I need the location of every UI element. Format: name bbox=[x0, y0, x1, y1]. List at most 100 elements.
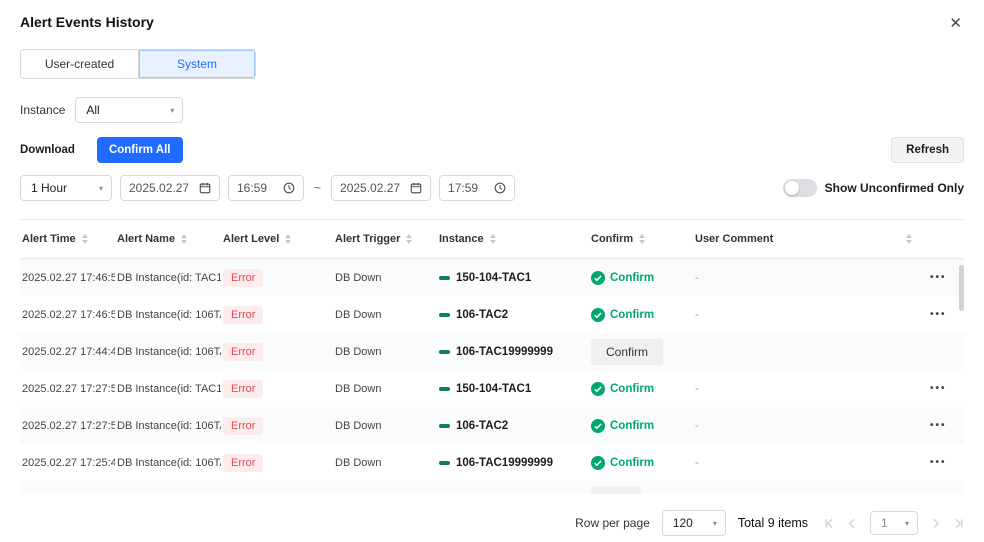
instance-select-value: All bbox=[86, 103, 99, 117]
time-range-select[interactable]: 1 Hour ▾ bbox=[20, 175, 112, 201]
confirmed-indicator[interactable]: Confirm bbox=[591, 456, 654, 470]
column-header[interactable]: User Comment bbox=[693, 233, 922, 245]
range-separator: ~ bbox=[314, 181, 321, 195]
row-actions-icon[interactable]: ••• bbox=[924, 271, 953, 284]
instance-status-icon bbox=[439, 461, 450, 465]
cell-instance: 106-TAC19999999 bbox=[437, 346, 589, 358]
confirmed-indicator[interactable]: Confirm bbox=[591, 271, 654, 285]
partial-row bbox=[20, 481, 964, 494]
alert-level-badge: Error bbox=[223, 417, 263, 435]
column-header-label: Confirm bbox=[591, 233, 633, 245]
instance-select[interactable]: All ▾ bbox=[75, 97, 183, 123]
cell-alert-level: Error bbox=[221, 306, 333, 324]
column-header[interactable]: Alert Trigger bbox=[333, 233, 437, 245]
instance-name: 106-TAC19999999 bbox=[456, 457, 553, 469]
cell-alert-trigger: DB Down bbox=[333, 383, 437, 395]
cell-alert-name: DB Instance(id: 106TAC2) bbox=[115, 309, 221, 321]
alert-events-table: Alert TimeAlert NameAlert LevelAlert Tri… bbox=[20, 219, 964, 494]
column-header[interactable]: Confirm bbox=[589, 233, 693, 245]
tab-system[interactable]: System bbox=[138, 50, 255, 78]
confirm-button[interactable]: Confirm bbox=[591, 339, 663, 365]
row-actions-icon[interactable]: ••• bbox=[924, 308, 953, 321]
cell-alert-trigger: DB Down bbox=[333, 309, 437, 321]
first-page-icon[interactable] bbox=[824, 518, 835, 529]
cell-actions: ••• bbox=[922, 419, 964, 432]
total-items-label: Total 9 items bbox=[738, 516, 808, 530]
confirm-all-button[interactable]: Confirm All bbox=[97, 137, 183, 163]
cell-user-comment: - bbox=[693, 420, 922, 432]
column-header[interactable]: Instance bbox=[437, 233, 589, 245]
confirm-button[interactable] bbox=[591, 487, 641, 495]
pagination-bar: Row per page 120 ▾ Total 9 items 1 ▾ bbox=[20, 510, 964, 536]
instance-label: Instance bbox=[20, 103, 65, 117]
table-row: 2025.02.27 17:27:52DB Instance(id: 106TA… bbox=[20, 407, 964, 444]
sort-icon bbox=[82, 234, 88, 244]
chevron-down-icon: ▾ bbox=[99, 184, 103, 193]
cell-instance: 106-TAC19999999 bbox=[437, 457, 589, 469]
confirmed-indicator[interactable]: Confirm bbox=[591, 419, 654, 433]
cell-actions: ••• bbox=[922, 271, 964, 284]
column-header[interactable]: Alert Name bbox=[115, 233, 221, 245]
table-row bbox=[20, 481, 964, 494]
cell-actions: ••• bbox=[922, 308, 964, 321]
start-date-input[interactable]: 2025.02.27 bbox=[120, 175, 220, 201]
vertical-scrollbar[interactable] bbox=[959, 265, 964, 311]
instance-status-icon bbox=[439, 313, 450, 317]
confirmed-indicator[interactable]: Confirm bbox=[591, 308, 654, 322]
cell-alert-level: Error bbox=[221, 380, 333, 398]
end-date-input[interactable]: 2025.02.27 bbox=[331, 175, 431, 201]
tab-user-created[interactable]: User-created bbox=[21, 50, 138, 78]
alert-level-badge: Error bbox=[223, 343, 263, 361]
end-date-value: 2025.02.27 bbox=[340, 181, 400, 195]
refresh-button[interactable]: Refresh bbox=[891, 137, 964, 163]
confirmed-indicator[interactable]: Confirm bbox=[591, 382, 654, 396]
cell-alert-time: 2025.02.27 17:46:55 bbox=[20, 309, 115, 321]
row-actions-icon[interactable]: ••• bbox=[924, 419, 953, 432]
tab-group: User-createdSystem bbox=[20, 49, 256, 79]
cell-alert-name: DB Instance(id: 106TAC1) bbox=[115, 457, 221, 469]
chevron-down-icon: ▾ bbox=[170, 106, 174, 115]
sort-icon bbox=[639, 234, 645, 244]
sort-icon bbox=[906, 234, 912, 244]
table-row: 2025.02.27 17:27:52DB Instance(id: TAC1)… bbox=[20, 370, 964, 407]
cell-alert-time: 2025.02.27 17:44:44 bbox=[20, 346, 115, 358]
alert-level-badge: Error bbox=[223, 454, 263, 472]
toggle-knob bbox=[785, 181, 799, 195]
table-row: 2025.02.27 17:25:40DB Instance(id: 106TA… bbox=[20, 444, 964, 481]
column-header[interactable]: Alert Level bbox=[221, 233, 333, 245]
column-header-label: Instance bbox=[439, 233, 484, 245]
prev-page-icon[interactable] bbox=[847, 518, 858, 529]
row-actions-icon[interactable]: ••• bbox=[924, 456, 953, 469]
row-per-page-label: Row per page bbox=[575, 516, 650, 530]
show-unconfirmed-toggle[interactable] bbox=[783, 179, 817, 197]
row-per-page-select[interactable]: 120 ▾ bbox=[662, 510, 726, 536]
sort-icon bbox=[181, 234, 187, 244]
cell-alert-trigger: DB Down bbox=[333, 346, 437, 358]
last-page-icon[interactable] bbox=[953, 518, 964, 529]
close-icon[interactable]: ✕ bbox=[947, 14, 964, 33]
download-button[interactable]: Download bbox=[20, 137, 87, 163]
confirm-label: Confirm bbox=[610, 309, 654, 321]
confirm-label: Confirm bbox=[610, 457, 654, 469]
cell-actions: ••• bbox=[922, 382, 964, 395]
cell-alert-name: DB Instance(id: 106TAC2) bbox=[115, 420, 221, 432]
next-page-icon[interactable] bbox=[930, 518, 941, 529]
start-date-value: 2025.02.27 bbox=[129, 181, 189, 195]
end-time-input[interactable]: 17:59 bbox=[439, 175, 515, 201]
sort-icon bbox=[490, 234, 496, 244]
clock-icon bbox=[283, 182, 295, 194]
column-header-label: User Comment bbox=[695, 233, 773, 245]
start-time-value: 16:59 bbox=[237, 181, 267, 195]
row-actions-icon[interactable]: ••• bbox=[924, 382, 953, 395]
start-time-input[interactable]: 16:59 bbox=[228, 175, 304, 201]
alert-events-history-modal: Alert Events History ✕ User-createdSyste… bbox=[0, 0, 984, 542]
cell-confirm: Confirm bbox=[589, 271, 693, 285]
page-select[interactable]: 1 ▾ bbox=[870, 511, 918, 535]
instance-status-icon bbox=[439, 424, 450, 428]
modal-titlebar: Alert Events History ✕ bbox=[20, 14, 964, 33]
cell-alert-name: DB Instance(id: TAC1) DOWN bbox=[115, 272, 221, 284]
chevron-down-icon: ▾ bbox=[905, 519, 909, 528]
column-header[interactable]: Alert Time bbox=[20, 233, 115, 245]
time-range-value: 1 Hour bbox=[31, 181, 67, 195]
end-time-value: 17:59 bbox=[448, 181, 478, 195]
